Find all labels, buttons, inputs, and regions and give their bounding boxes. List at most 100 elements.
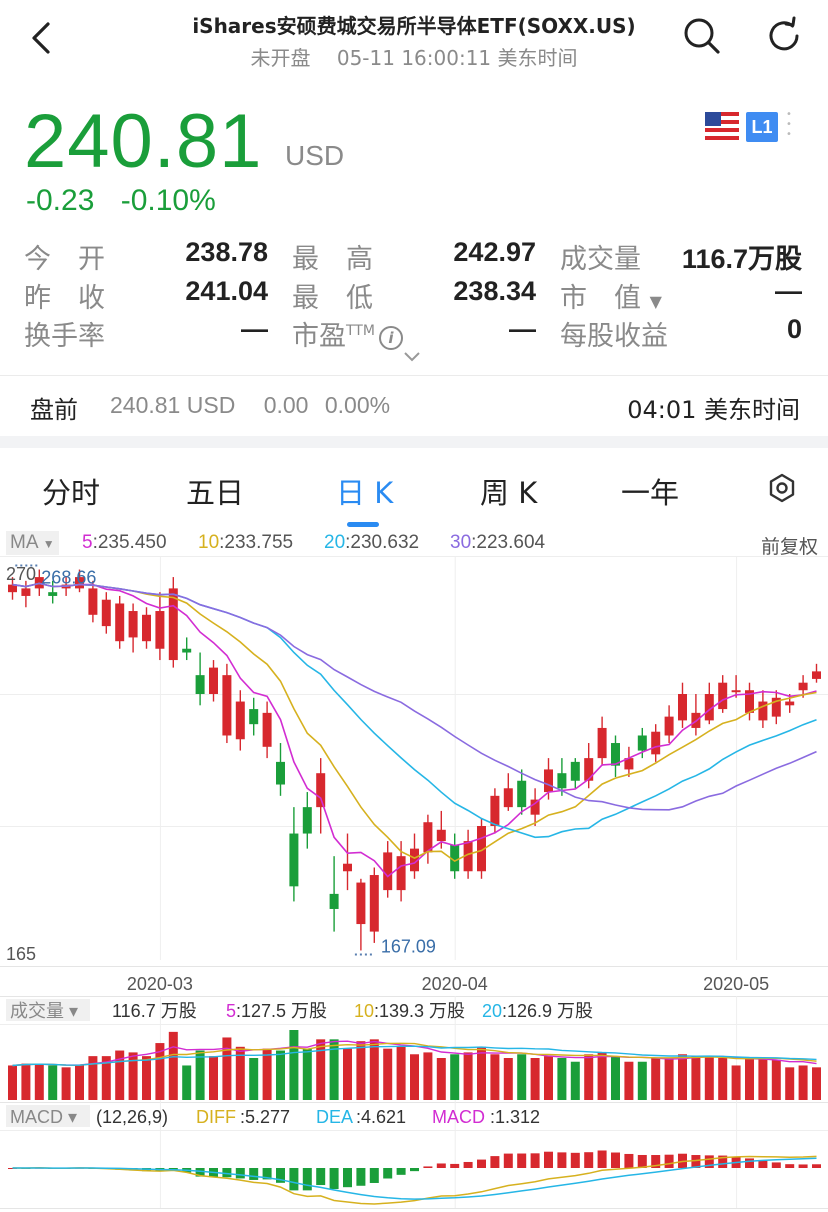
candle-body bbox=[731, 690, 741, 693]
macd-bar bbox=[718, 1155, 728, 1168]
ma10-legend: 10:233.755 bbox=[198, 532, 294, 553]
volume-label: 成交量 bbox=[560, 244, 641, 275]
candle-body bbox=[745, 690, 754, 713]
tab-daily-k[interactable]: 日 K bbox=[336, 470, 393, 512]
volume-bar bbox=[115, 1050, 125, 1100]
tab-one-year[interactable]: 一年 bbox=[621, 470, 679, 512]
ma-selector[interactable]: MA ▼ bbox=[6, 531, 59, 555]
macd-bar bbox=[209, 1168, 218, 1178]
macd-bar bbox=[637, 1154, 647, 1168]
expand-chevron-icon[interactable] bbox=[402, 350, 422, 364]
macd-bar bbox=[530, 1153, 540, 1168]
tab-five-day[interactable]: 五日 bbox=[186, 470, 244, 512]
caret-down-icon: ▼ bbox=[42, 537, 55, 551]
volume-bar bbox=[48, 1065, 58, 1100]
candle-body bbox=[155, 611, 165, 649]
volume-ma-key: 10 bbox=[354, 1001, 374, 1021]
macd-bar bbox=[262, 1168, 272, 1180]
macd-selector: MACD ▾ bbox=[10, 1107, 77, 1127]
macd-bar bbox=[785, 1164, 795, 1168]
tab-weekly-k[interactable]: 周 K bbox=[480, 470, 537, 512]
macd-bar bbox=[101, 1168, 111, 1169]
pe-label: 市盈TTM i bbox=[292, 314, 403, 353]
change-percent: -0.10% bbox=[120, 184, 216, 217]
candle-body bbox=[450, 844, 460, 872]
ma30-legend: 30:223.604 bbox=[450, 532, 546, 553]
volume-bar bbox=[396, 1046, 406, 1100]
date-label: 2020-03 bbox=[127, 974, 193, 994]
macd-bar bbox=[316, 1168, 326, 1186]
prev-close-label: 昨 收 bbox=[24, 283, 105, 314]
tab-intraday[interactable]: 分时 bbox=[42, 470, 100, 512]
macd-bar bbox=[222, 1168, 232, 1178]
macd-bar bbox=[249, 1168, 259, 1180]
chart-settings-icon[interactable] bbox=[766, 472, 798, 504]
macd-bar bbox=[343, 1168, 352, 1188]
section-gap bbox=[0, 436, 828, 448]
pe-text: 市盈 bbox=[292, 321, 346, 352]
candle-body bbox=[302, 807, 312, 834]
premarket-label: 盘前 bbox=[30, 396, 78, 424]
volume-bar bbox=[75, 1065, 84, 1100]
macd-bar bbox=[651, 1155, 661, 1168]
macd-dea-key: DEA bbox=[316, 1107, 353, 1127]
candle-body bbox=[61, 584, 71, 589]
us-flag-icon[interactable] bbox=[705, 112, 739, 142]
candle-body bbox=[544, 769, 553, 793]
volume-ma-line bbox=[12, 1045, 817, 1067]
macd-dea-line bbox=[12, 1157, 817, 1200]
candle-body bbox=[423, 822, 433, 853]
open-value: 238.78 bbox=[185, 237, 268, 267]
candle-body bbox=[142, 614, 151, 642]
macd-bar bbox=[195, 1168, 205, 1177]
premarket-change-pct: 0.00% bbox=[324, 392, 391, 418]
macd-bar bbox=[75, 1167, 84, 1169]
macd-bar bbox=[477, 1159, 486, 1168]
volume-ma-key: 20 bbox=[482, 1001, 502, 1021]
candle-body bbox=[48, 592, 58, 596]
date-label: 2020-04 bbox=[422, 974, 488, 994]
volume-bar bbox=[302, 1048, 312, 1100]
volume-bar bbox=[329, 1039, 339, 1100]
volume-bar bbox=[410, 1054, 419, 1100]
candle-body bbox=[168, 588, 178, 661]
macd-bar bbox=[410, 1168, 419, 1172]
macd-bar bbox=[758, 1160, 768, 1168]
macd-bar bbox=[88, 1168, 98, 1169]
candle-body bbox=[316, 773, 326, 808]
market-cap-label[interactable]: 市 值 ▼ bbox=[560, 276, 662, 315]
refresh-icon[interactable] bbox=[762, 14, 806, 58]
volume-ma-value: :127.5 万股 bbox=[236, 1001, 327, 1021]
ma10-line bbox=[12, 582, 817, 863]
volume-bar bbox=[718, 1058, 728, 1100]
macd-bar bbox=[34, 1167, 44, 1169]
date-grid-line bbox=[454, 556, 456, 960]
turnover-label: 换手率 bbox=[24, 321, 105, 352]
volume-bar bbox=[88, 1056, 98, 1100]
candle-body bbox=[276, 761, 285, 785]
macd-bar bbox=[142, 1168, 151, 1172]
adjust-mode[interactable]: 前复权 bbox=[761, 532, 818, 559]
candle-body bbox=[289, 833, 299, 887]
max-price-label: 268.66 bbox=[41, 568, 96, 588]
volume-bar bbox=[651, 1058, 661, 1100]
info-icon[interactable]: i bbox=[378, 325, 403, 350]
back-arrow-icon[interactable] bbox=[26, 18, 58, 58]
candle-body bbox=[771, 697, 781, 717]
more-options-icon[interactable]: • • • bbox=[786, 110, 792, 144]
macd-bar bbox=[182, 1168, 192, 1173]
macd-bar bbox=[168, 1168, 178, 1170]
search-icon[interactable] bbox=[680, 14, 724, 58]
macd-bar bbox=[329, 1168, 339, 1190]
level-badge[interactable]: L1 bbox=[746, 112, 778, 142]
volume-bar bbox=[356, 1041, 366, 1100]
pe-ttm: TTM bbox=[346, 323, 375, 339]
high-label: 最 高 bbox=[292, 244, 373, 275]
turnover-value: — bbox=[241, 314, 268, 344]
volume-bar bbox=[584, 1054, 594, 1100]
macd-bar bbox=[276, 1168, 285, 1183]
macd-selector-bg bbox=[6, 1105, 90, 1127]
ma5-legend: 5:235.450 bbox=[82, 532, 167, 553]
candle-body bbox=[410, 848, 419, 872]
change-amount: -0.23 bbox=[26, 184, 95, 217]
